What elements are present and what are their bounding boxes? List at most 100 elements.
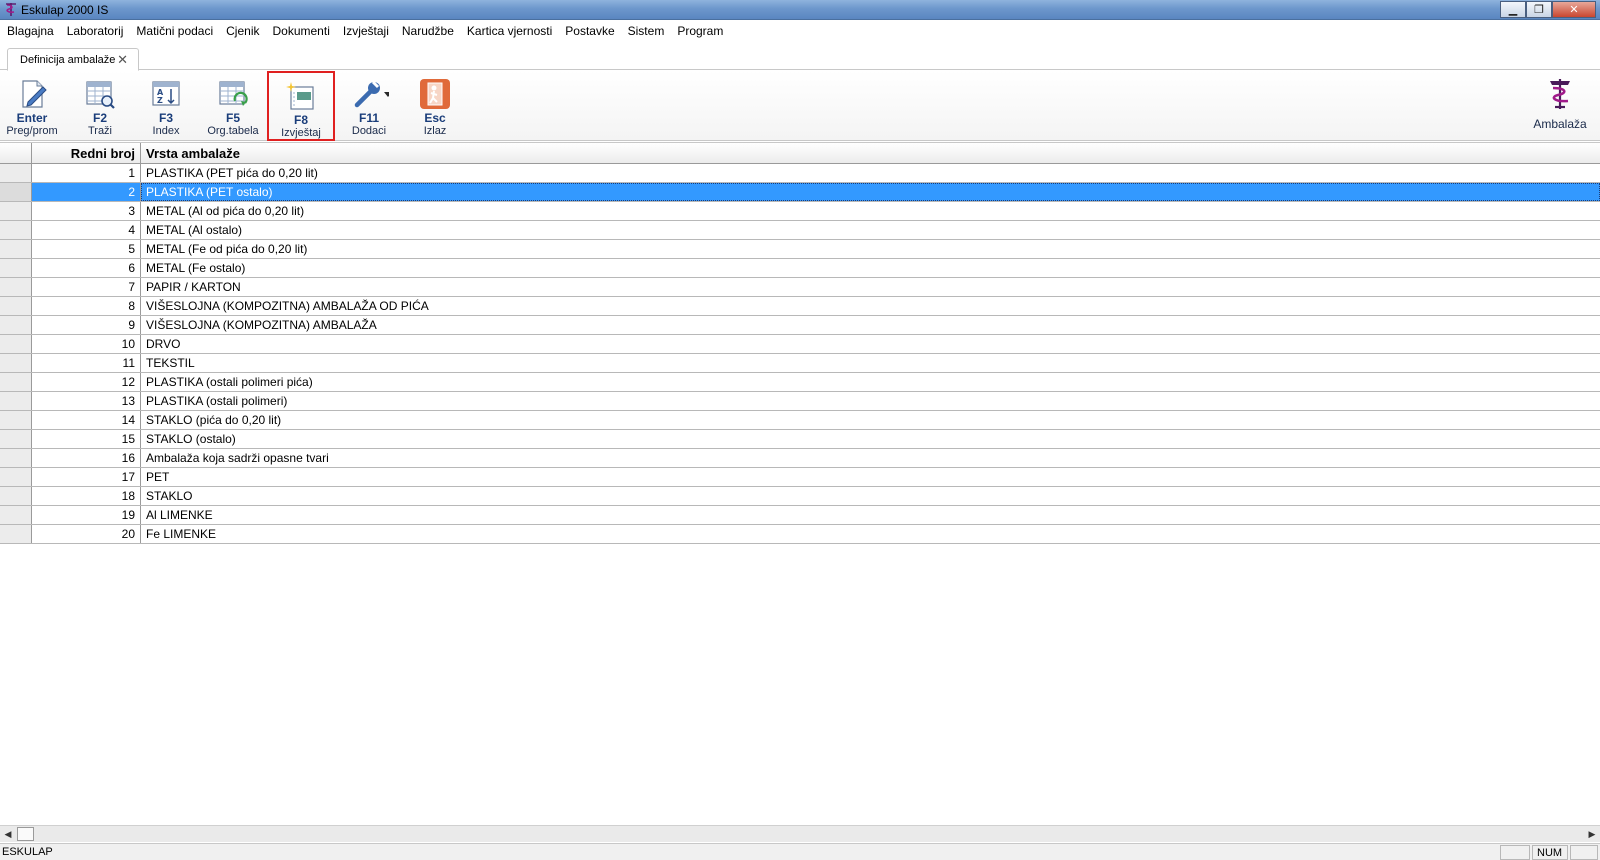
menu-izvjestaji[interactable]: Izvještaji [343, 24, 389, 38]
tab-close-icon[interactable]: ✕ [117, 52, 128, 68]
cell-vrsta-ambalaze[interactable]: STAKLO (ostalo) [141, 430, 1600, 448]
cell-redni-broj[interactable]: 9 [32, 316, 141, 334]
table-row[interactable]: 8 VIŠESLOJNA (KOMPOZITNA) AMBALAŽA OD PIĆ… [0, 297, 1600, 316]
table-row[interactable]: 12 PLASTIKA (ostali polimeri pića) [0, 373, 1600, 392]
f3-index-button[interactable]: A Z F3 Index [136, 71, 196, 141]
scroll-right-icon[interactable]: ▶ [1584, 826, 1600, 842]
cell-vrsta-ambalaze[interactable]: PLASTIKA (ostali polimeri) [141, 392, 1600, 410]
row-indicator[interactable] [0, 278, 32, 296]
row-indicator[interactable] [0, 525, 32, 543]
row-indicator[interactable] [0, 316, 32, 334]
row-indicator[interactable] [0, 297, 32, 315]
table-row[interactable]: 19 Al LIMENKE [0, 506, 1600, 525]
table-row[interactable]: 20 Fe LIMENKE [0, 525, 1600, 544]
table-row[interactable]: 9 VIŠESLOJNA (KOMPOZITNA) AMBALAŽA [0, 316, 1600, 335]
menu-kartica-vjernosti[interactable]: Kartica vjernosti [467, 24, 552, 38]
cell-vrsta-ambalaze[interactable]: METAL (Fe ostalo) [141, 259, 1600, 277]
column-redni-broj[interactable]: Redni broj [32, 143, 141, 163]
menu-dokumenti[interactable]: Dokumenti [273, 24, 330, 38]
column-vrsta-ambalaze[interactable]: Vrsta ambalaže [141, 143, 1600, 163]
f8-izvjestaj-button[interactable]: F8 Izvještaj [267, 71, 335, 141]
cell-vrsta-ambalaze[interactable]: TEKSTIL [141, 354, 1600, 372]
cell-redni-broj[interactable]: 12 [32, 373, 141, 391]
cell-redni-broj[interactable]: 13 [32, 392, 141, 410]
menu-cjenik[interactable]: Cjenik [226, 24, 259, 38]
row-indicator[interactable] [0, 164, 32, 182]
cell-redni-broj[interactable]: 19 [32, 506, 141, 524]
table-row[interactable]: 16 Ambalaža koja sadrži opasne tvari [0, 449, 1600, 468]
table-row[interactable]: 17 PET [0, 468, 1600, 487]
table-row[interactable]: 1 PLASTIKA (PET pića do 0,20 lit) [0, 164, 1600, 183]
row-indicator[interactable] [0, 202, 32, 220]
cell-redni-broj[interactable]: 17 [32, 468, 141, 486]
horizontal-scrollbar[interactable]: ◀ ▶ [0, 825, 1600, 842]
menu-program[interactable]: Program [677, 24, 723, 38]
row-indicator[interactable] [0, 449, 32, 467]
cell-redni-broj[interactable]: 6 [32, 259, 141, 277]
cell-redni-broj[interactable]: 2 [32, 183, 141, 201]
row-indicator[interactable] [0, 430, 32, 448]
cell-redni-broj[interactable]: 16 [32, 449, 141, 467]
scroll-left-icon[interactable]: ◀ [0, 826, 16, 842]
table-row[interactable]: 11 TEKSTIL [0, 354, 1600, 373]
table-row[interactable]: 13 PLASTIKA (ostali polimeri) [0, 392, 1600, 411]
menu-sistem[interactable]: Sistem [628, 24, 665, 38]
f11-dodaci-button[interactable]: F11 Dodaci [340, 71, 398, 141]
row-indicator[interactable] [0, 354, 32, 372]
table-row[interactable]: 2 PLASTIKA (PET ostalo) [0, 183, 1600, 202]
row-indicator[interactable] [0, 221, 32, 239]
menu-laboratorij[interactable]: Laboratorij [67, 24, 124, 38]
cell-redni-broj[interactable]: 10 [32, 335, 141, 353]
cell-vrsta-ambalaze[interactable]: VIŠESLOJNA (KOMPOZITNA) AMBALAŽA OD PIĆA [141, 297, 1600, 315]
cell-redni-broj[interactable]: 4 [32, 221, 141, 239]
table-row[interactable]: 18 STAKLO [0, 487, 1600, 506]
cell-vrsta-ambalaze[interactable]: Al LIMENKE [141, 506, 1600, 524]
cell-redni-broj[interactable]: 11 [32, 354, 141, 372]
table-row[interactable]: 15 STAKLO (ostalo) [0, 430, 1600, 449]
cell-redni-broj[interactable]: 15 [32, 430, 141, 448]
table-row[interactable]: 6 METAL (Fe ostalo) [0, 259, 1600, 278]
table-row[interactable]: 10 DRVO [0, 335, 1600, 354]
minimize-button[interactable]: ▁ [1500, 1, 1526, 18]
cell-vrsta-ambalaze[interactable]: DRVO [141, 335, 1600, 353]
menu-postavke[interactable]: Postavke [565, 24, 614, 38]
cell-redni-broj[interactable]: 14 [32, 411, 141, 429]
cell-redni-broj[interactable]: 20 [32, 525, 141, 543]
cell-vrsta-ambalaze[interactable]: METAL (Fe od pića do 0,20 lit) [141, 240, 1600, 258]
cell-redni-broj[interactable]: 7 [32, 278, 141, 296]
cell-vrsta-ambalaze[interactable]: METAL (Al ostalo) [141, 221, 1600, 239]
scroll-thumb[interactable] [17, 827, 34, 841]
row-indicator[interactable] [0, 487, 32, 505]
f2-search-button[interactable]: F2 Traži [70, 71, 130, 141]
cell-redni-broj[interactable]: 18 [32, 487, 141, 505]
cell-vrsta-ambalaze[interactable]: METAL (Al od pića do 0,20 lit) [141, 202, 1600, 220]
close-button[interactable]: ✕ [1552, 1, 1596, 18]
row-indicator[interactable] [0, 373, 32, 391]
cell-vrsta-ambalaze[interactable]: Ambalaža koja sadrži opasne tvari [141, 449, 1600, 467]
enter-button[interactable]: Enter Preg/prom [2, 71, 62, 141]
cell-vrsta-ambalaze[interactable]: VIŠESLOJNA (KOMPOZITNA) AMBALAŽA [141, 316, 1600, 334]
table-row[interactable]: 7 PAPIR / KARTON [0, 278, 1600, 297]
cell-redni-broj[interactable]: 1 [32, 164, 141, 182]
cell-vrsta-ambalaze[interactable]: PLASTIKA (PET pića do 0,20 lit) [141, 164, 1600, 182]
table-row[interactable]: 14 STAKLO (pića do 0,20 lit) [0, 411, 1600, 430]
table-row[interactable]: 5 METAL (Fe od pića do 0,20 lit) [0, 240, 1600, 259]
row-indicator[interactable] [0, 411, 32, 429]
cell-redni-broj[interactable]: 8 [32, 297, 141, 315]
cell-vrsta-ambalaze[interactable]: PLASTIKA (ostali polimeri pića) [141, 373, 1600, 391]
row-indicator[interactable] [0, 240, 32, 258]
table-row[interactable]: 3 METAL (Al od pića do 0,20 lit) [0, 202, 1600, 221]
row-indicator[interactable] [0, 259, 32, 277]
menu-maticni-podaci[interactable]: Matični podaci [136, 24, 213, 38]
tab-definicija-ambalaze[interactable]: Definicija ambalaže ✕ [7, 48, 139, 71]
row-indicator[interactable] [0, 392, 32, 410]
row-indicator[interactable] [0, 335, 32, 353]
cell-redni-broj[interactable]: 3 [32, 202, 141, 220]
row-indicator[interactable] [0, 183, 32, 201]
cell-vrsta-ambalaze[interactable]: Fe LIMENKE [141, 525, 1600, 543]
cell-vrsta-ambalaze[interactable]: STAKLO (pića do 0,20 lit) [141, 411, 1600, 429]
cell-vrsta-ambalaze[interactable]: PAPIR / KARTON [141, 278, 1600, 296]
cell-vrsta-ambalaze[interactable]: PLASTIKA (PET ostalo) [141, 183, 1600, 201]
table-row[interactable]: 4 METAL (Al ostalo) [0, 221, 1600, 240]
cell-redni-broj[interactable]: 5 [32, 240, 141, 258]
